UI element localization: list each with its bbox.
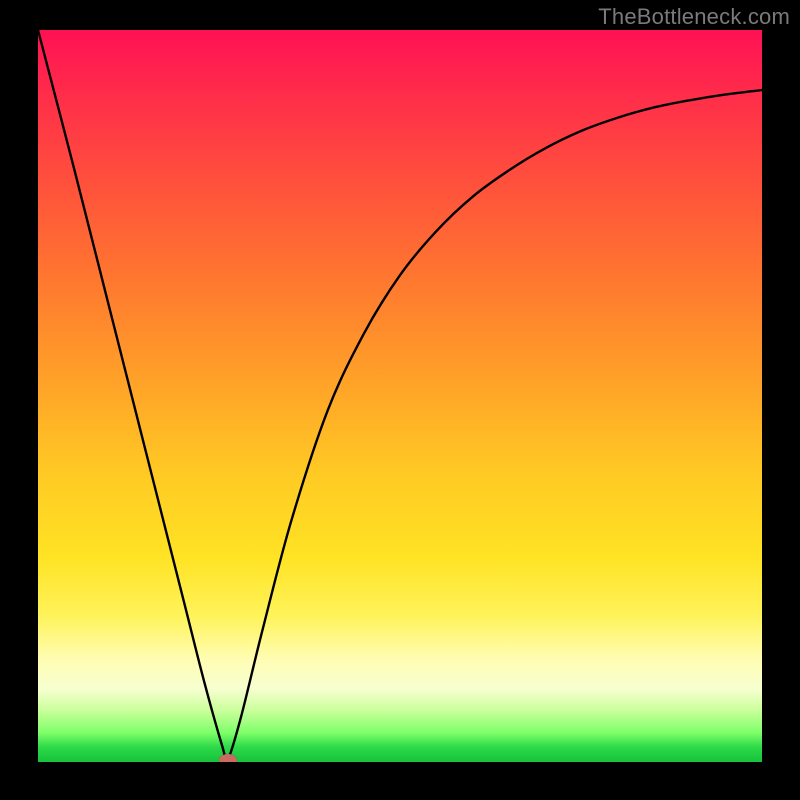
watermark-text: TheBottleneck.com xyxy=(598,4,790,30)
minimum-marker xyxy=(219,754,237,762)
bottleneck-curve xyxy=(38,30,762,762)
chart-frame: TheBottleneck.com xyxy=(0,0,800,800)
curve-svg xyxy=(38,30,762,762)
plot-area xyxy=(38,30,762,762)
